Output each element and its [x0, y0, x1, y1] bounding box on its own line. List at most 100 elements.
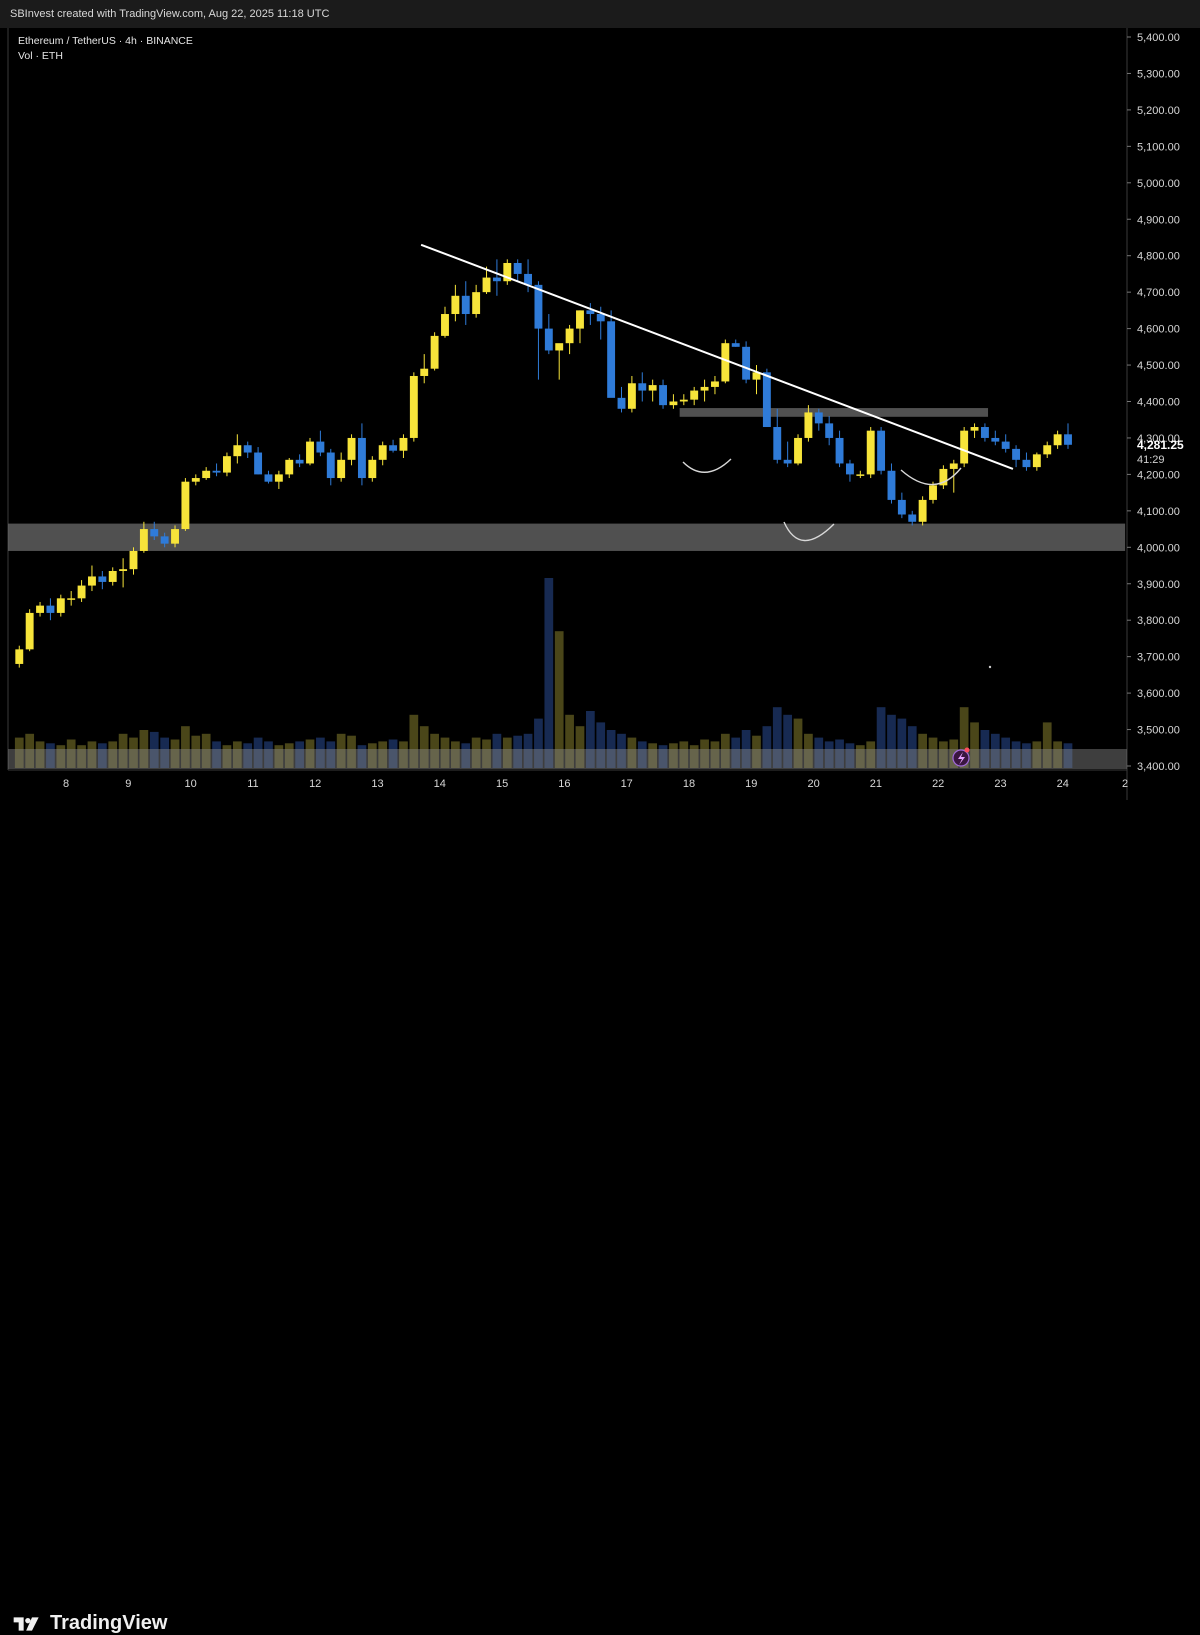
candle-body [1064, 434, 1072, 445]
price-tick-label: 5,300.00 [1137, 68, 1180, 80]
time-tick-label: 21 [870, 778, 882, 790]
price-tick-label: 3,500.00 [1137, 725, 1180, 737]
candle-body [285, 459, 294, 475]
time-tick-label: 13 [371, 778, 383, 790]
price-tick-label: 3,900.00 [1137, 579, 1180, 591]
brand-name: TradingView [50, 1612, 168, 1634]
candle-body [420, 368, 429, 376]
candle-body [1043, 445, 1052, 455]
time-tick-label: 23 [994, 778, 1006, 790]
candle-body [845, 463, 854, 475]
candle-body [202, 470, 211, 479]
candle-body [233, 445, 242, 457]
candle-body [274, 474, 283, 482]
candle-body [1032, 454, 1041, 468]
candle-body [648, 385, 657, 391]
candle-body [88, 576, 96, 586]
candle-body [794, 437, 802, 464]
candle-body [565, 328, 574, 344]
price-tick-label: 5,100.00 [1137, 141, 1180, 153]
price-tick-label: 4,200.00 [1137, 469, 1180, 481]
candle-body [25, 612, 34, 650]
candle-body [669, 401, 678, 406]
candle-body [451, 295, 460, 315]
candle-body [399, 437, 408, 451]
price-tick-label: 4,700.00 [1137, 287, 1180, 299]
candle-body [77, 585, 86, 599]
price-tick-label: 3,700.00 [1137, 652, 1180, 664]
candle-body [461, 295, 470, 315]
candle-body [804, 412, 813, 438]
marker-dot [988, 665, 992, 669]
price-tick-label: 4,800.00 [1137, 251, 1180, 263]
candle-body [659, 385, 667, 406]
candle-body [492, 277, 501, 282]
candle-body [731, 343, 740, 347]
candle-body [929, 485, 937, 500]
candle-body [378, 445, 387, 460]
chart-background [0, 28, 1200, 800]
candle-body [866, 430, 875, 475]
candle-body [856, 474, 865, 476]
candle-body [544, 328, 553, 351]
candle-body [254, 452, 263, 475]
candle-body [295, 459, 304, 464]
candle-body [264, 474, 273, 482]
candle-body [441, 314, 449, 336]
candle-body [970, 427, 979, 431]
time-tick-label: 8 [63, 778, 69, 790]
candle-body [721, 343, 730, 382]
candle-body [825, 423, 834, 438]
candle-body [773, 427, 782, 460]
candle-body [762, 372, 771, 428]
candle-body [171, 529, 179, 544]
candle-body [742, 346, 751, 380]
time-tick-label: 24 [1057, 778, 1069, 790]
time-tick-label: 20 [807, 778, 819, 790]
candle-body [36, 605, 44, 613]
candle-body [181, 481, 190, 530]
candle-body [679, 399, 688, 402]
time-tick-label: 12 [309, 778, 321, 790]
brand[interactable]: TradingView [12, 1612, 167, 1635]
candle-body [482, 277, 491, 293]
candle-body [472, 292, 481, 315]
candle-body [56, 598, 65, 613]
candle-body [513, 262, 522, 274]
candle-body [960, 430, 969, 464]
candle-body [316, 441, 325, 453]
price-tick-label: 5,200.00 [1137, 105, 1180, 117]
candle-countdown: 41:29 [1137, 454, 1165, 466]
candle-body [46, 605, 55, 613]
candle-body [897, 499, 906, 515]
candle-body [67, 598, 76, 600]
candle-body [15, 649, 24, 664]
candle-body [690, 390, 699, 400]
candle-body [596, 314, 605, 322]
candle-body [711, 381, 719, 387]
candle-body [638, 383, 647, 391]
last-price-label: 4,281.25 [1137, 438, 1184, 452]
price-tick-label: 4,600.00 [1137, 324, 1180, 336]
price-tick-label: 3,800.00 [1137, 615, 1180, 627]
price-tick-label: 5,000.00 [1137, 178, 1180, 190]
notification-dot [964, 747, 970, 753]
candle-body [191, 478, 200, 482]
time-tick-label: 22 [932, 778, 944, 790]
candle-body [1012, 448, 1021, 460]
price-chart[interactable]: 3,400.00 3,500.00 3,600.00 3,700.00 3,800.00… [0, 0, 1200, 800]
candle-body [337, 459, 346, 479]
candle-body [160, 536, 169, 544]
candle-body [98, 576, 107, 582]
candle-body [627, 383, 636, 409]
price-tick-label: 5,400.00 [1137, 32, 1180, 44]
volume-bar [544, 578, 554, 768]
time-tick-label: 17 [621, 778, 633, 790]
candle-body [326, 452, 335, 479]
candle-body [835, 437, 844, 464]
candle-body [368, 459, 377, 479]
price-tick-label: 4,000.00 [1137, 542, 1180, 554]
candle-body [877, 430, 886, 471]
time-tick-label: 14 [434, 778, 446, 790]
candle-body [119, 569, 128, 571]
